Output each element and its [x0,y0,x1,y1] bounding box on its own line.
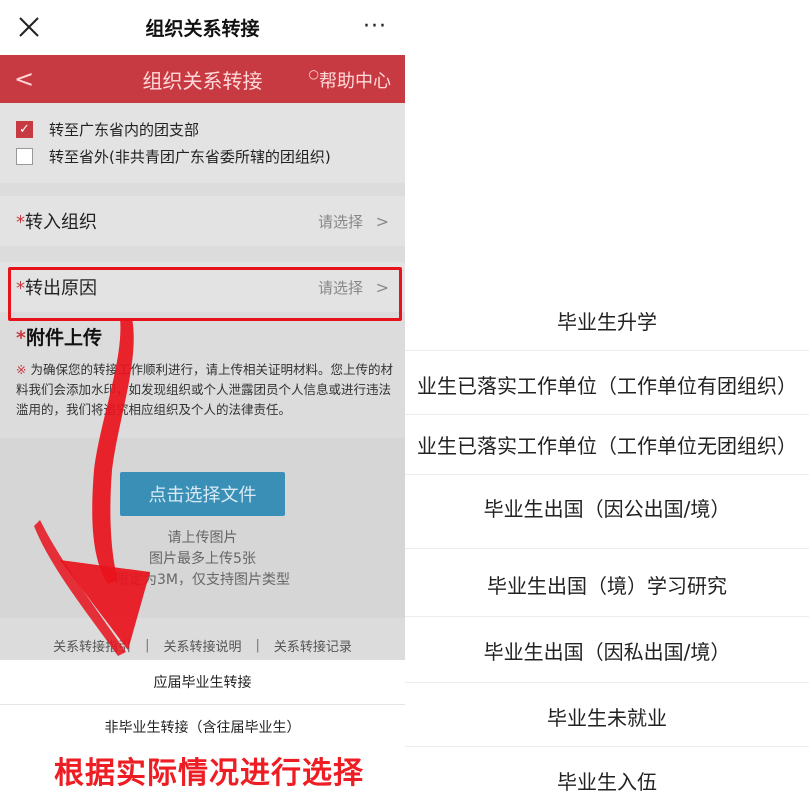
link-guide[interactable]: 关系转接指引 [53,636,131,655]
upload-hint: 限定为3M，仅支持图片类型 [115,572,290,588]
chevron-right-icon: > [375,211,389,231]
transfer-in-org-field[interactable]: *转入组织 请选择 > [0,196,405,246]
page-nav-bar: < 组织关系转接 ○帮助中心 [0,55,405,103]
reason-option[interactable]: 毕业生出国（因私出国/境） [405,618,809,682]
help-dot-icon: ○ [308,67,319,81]
link-explanation[interactable]: 关系转接说明 [163,636,241,655]
option-label: 转至省外(非共青团广东省委所辖的团组织) [49,148,331,166]
page-title: 组织关系转接 [142,68,263,93]
field-label: *转入组织 [16,212,97,233]
more-icon[interactable]: ··· [363,14,387,39]
reason-option[interactable]: 毕业生出国（因公出国/境） [405,475,809,539]
upload-notice: ※ 为确保您的转接工作顺利进行，请上传相关证明材料。您上传的材料我们会添加水印，… [16,362,393,417]
sheet-item-non-graduate[interactable]: 非毕业生转接（含往届毕业生） [0,705,405,749]
reason-option[interactable]: 毕业生入伍 [405,748,809,809]
highlight-box [8,267,402,321]
reason-option[interactable]: 业生已落实工作单位（工作单位有团组织） [405,352,809,416]
back-icon[interactable]: < [14,65,34,93]
option-label: 转至广东省内的团支部 [49,121,200,139]
option-out-of-province[interactable]: 转至省外(非共青团广东省委所辖的团组织) [16,146,331,167]
upload-hint: 图片最多上传5张 [149,551,256,567]
divider [405,746,809,747]
help-center-label: 帮助中心 [319,71,391,92]
divider [405,682,809,683]
reason-option[interactable]: 毕业生升学 [405,288,809,352]
upload-section-title: *附件上传 [16,327,102,349]
link-separator: | [255,637,260,653]
upload-hint: 请上传图片 [167,530,238,546]
footer-links: 关系转接指引 | 关系转接说明 | 关系转接记录 [0,630,405,660]
help-center-link[interactable]: ○帮助中心 [309,67,391,93]
wechat-title: 组织关系转接 [145,18,260,40]
reason-option[interactable]: 业生已落实工作单位（工作单位无团组织） [405,412,809,476]
left-screenshot: 组织关系转接 ··· < 组织关系转接 ○帮助中心 ✓ 转至广东省内的团支部 转… [0,0,405,809]
divider [405,548,809,549]
close-icon[interactable] [16,14,42,40]
reason-picker: 毕业生升学 业生已落实工作单位（工作单位有团组织） 业生已落实工作单位（工作单位… [405,0,809,809]
checkbox-unchecked-icon[interactable] [16,148,33,165]
sheet-item-graduate[interactable]: 应届毕业生转接 [0,660,405,704]
destination-options: ✓ 转至广东省内的团支部 转至省外(非共青团广东省委所辖的团组织) [0,103,405,183]
wechat-title-bar: 组织关系转接 ··· [0,0,405,55]
reason-option[interactable]: 毕业生出国（境）学习研究 [405,552,809,616]
field-placeholder: 请选择 [317,212,363,231]
checkbox-checked-icon[interactable]: ✓ [16,121,33,138]
annotation-caption: 根据实际情况进行选择 [54,756,364,791]
option-in-province[interactable]: ✓ 转至广东省内的团支部 [16,119,199,140]
link-separator: | [145,637,150,653]
select-file-button[interactable]: 点击选择文件 [120,472,285,516]
reason-option[interactable]: 毕业生未就业 [405,684,809,748]
divider [405,616,809,617]
divider [405,350,809,351]
link-records[interactable]: 关系转接记录 [274,636,352,655]
